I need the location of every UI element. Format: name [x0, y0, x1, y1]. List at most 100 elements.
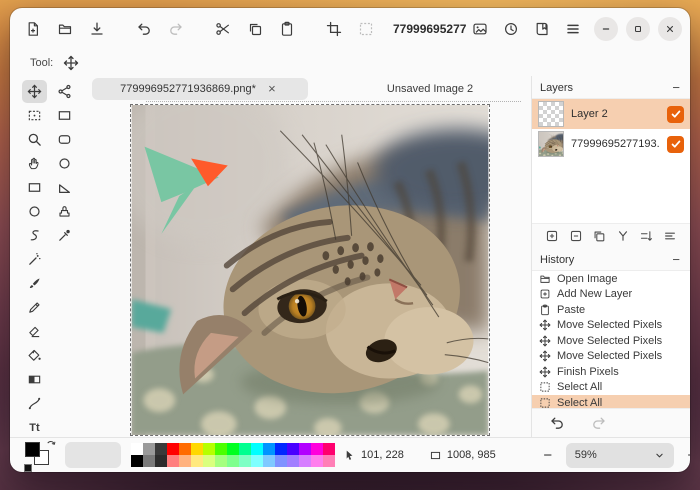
- cut-button[interactable]: [210, 16, 236, 42]
- palette-swatch[interactable]: [179, 443, 191, 455]
- palette-swatch[interactable]: [299, 455, 311, 467]
- duplicate-layer-button[interactable]: [589, 226, 609, 246]
- palette-swatch[interactable]: [275, 443, 287, 455]
- palette-swatch[interactable]: [167, 443, 179, 455]
- palette-swatch[interactable]: [227, 455, 239, 467]
- tool-color-picker[interactable]: [52, 224, 77, 247]
- tool-rectangle[interactable]: [52, 104, 77, 127]
- palette-swatch[interactable]: [299, 443, 311, 455]
- save-button[interactable]: [84, 16, 110, 42]
- layer-row-layer2[interactable]: Layer 2: [532, 99, 690, 129]
- palette-swatch[interactable]: [143, 455, 155, 467]
- primary-color-swatch[interactable]: [25, 442, 40, 457]
- zoom-out-button[interactable]: −: [538, 447, 558, 464]
- history-undo-button[interactable]: [544, 410, 570, 436]
- maximize-button[interactable]: [626, 17, 650, 41]
- add-layer-button[interactable]: [542, 226, 562, 246]
- history-item[interactable]: Open Image: [532, 271, 690, 287]
- paste-button[interactable]: [274, 16, 300, 42]
- tab-active-document[interactable]: 779996952771936869.png* ×: [92, 78, 308, 100]
- palette-swatch[interactable]: [263, 443, 275, 455]
- deselect-button[interactable]: [353, 16, 379, 42]
- layers-collapse-button[interactable]: −: [670, 82, 682, 94]
- merge-layer-down-button[interactable]: [613, 226, 633, 246]
- delete-layer-button[interactable]: [566, 226, 586, 246]
- history-item[interactable]: Select All: [532, 395, 690, 409]
- tool-clone-stamp[interactable]: [52, 200, 77, 223]
- tool-select-lasso[interactable]: [52, 176, 77, 199]
- tool-eraser[interactable]: [22, 320, 47, 343]
- new-image-button[interactable]: [20, 16, 46, 42]
- reset-colors-swatch[interactable]: [24, 464, 32, 472]
- palette-swatch[interactable]: [143, 443, 155, 455]
- palette-swatch[interactable]: [215, 455, 227, 467]
- palette-swatch[interactable]: [191, 455, 203, 467]
- palette-swatch[interactable]: [239, 455, 251, 467]
- palette-swatch[interactable]: [239, 443, 251, 455]
- history-collapse-button[interactable]: −: [670, 254, 682, 266]
- palette-swatch[interactable]: [179, 455, 191, 467]
- zoom-dropdown[interactable]: 59%: [566, 443, 674, 468]
- tool-rounded-rectangle[interactable]: [52, 128, 77, 151]
- tab-close-button[interactable]: ×: [264, 81, 280, 97]
- palette-swatch[interactable]: [287, 455, 299, 467]
- tool-select-rectangle[interactable]: [22, 104, 47, 127]
- copy-button[interactable]: [242, 16, 268, 42]
- close-button[interactable]: [658, 17, 682, 41]
- palette-swatch[interactable]: [131, 443, 143, 455]
- tool-gradient[interactable]: [22, 368, 47, 391]
- palette-swatch[interactable]: [287, 443, 299, 455]
- palette-swatch[interactable]: [311, 455, 323, 467]
- palette-swatch[interactable]: [155, 443, 167, 455]
- image-menu-button[interactable]: [467, 16, 493, 42]
- tool-pencil[interactable]: [22, 296, 47, 319]
- history-item[interactable]: Paste: [532, 302, 690, 318]
- palette-swatch[interactable]: [323, 455, 335, 467]
- palette-swatch[interactable]: [251, 443, 263, 455]
- minimize-button[interactable]: [594, 17, 618, 41]
- tool-pan[interactable]: [22, 152, 47, 175]
- tool-zoom[interactable]: [22, 128, 47, 151]
- history-item[interactable]: Select All: [532, 380, 690, 396]
- swap-colors-icon[interactable]: [45, 439, 56, 450]
- layer-row-image[interactable]: 77999695277193...: [532, 129, 690, 159]
- tool-paint-bucket[interactable]: [22, 344, 47, 367]
- tool-freeform-shape[interactable]: [22, 224, 47, 247]
- tool-text[interactable]: Tt: [22, 416, 47, 439]
- zoom-in-button[interactable]: +: [682, 447, 690, 464]
- crop-to-selection-button[interactable]: [321, 16, 347, 42]
- undo-button[interactable]: [131, 16, 157, 42]
- history-redo-button[interactable]: [586, 410, 612, 436]
- palette-swatch[interactable]: [203, 443, 215, 455]
- tool-paintbrush[interactable]: [22, 272, 47, 295]
- redo-button[interactable]: [163, 16, 189, 42]
- history-item[interactable]: Finish Pixels: [532, 364, 690, 380]
- palette-swatch[interactable]: [263, 455, 275, 467]
- layer-visible-checkbox[interactable]: [667, 136, 684, 153]
- time-history-button[interactable]: [498, 16, 524, 42]
- open-image-button[interactable]: [52, 16, 78, 42]
- palette-swatch[interactable]: [227, 443, 239, 455]
- tool-line-curve[interactable]: [22, 392, 47, 415]
- palette-swatch[interactable]: [203, 455, 215, 467]
- palette-swatch[interactable]: [155, 455, 167, 467]
- palette-swatch[interactable]: [311, 443, 323, 455]
- history-item[interactable]: Move Selected Pixels: [532, 349, 690, 365]
- layer-visible-checkbox[interactable]: [667, 106, 684, 123]
- layer-properties-button[interactable]: [660, 226, 680, 246]
- tab-unsaved-image[interactable]: Unsaved Image 2: [342, 78, 518, 100]
- palette-swatch[interactable]: [167, 455, 179, 467]
- palette-swatch[interactable]: [191, 443, 203, 455]
- main-menu-button[interactable]: [560, 16, 586, 42]
- palette-color-widget[interactable]: [24, 440, 57, 471]
- tool-select-ellipse[interactable]: [52, 152, 77, 175]
- history-item[interactable]: Move Selected Pixels: [532, 333, 690, 349]
- palette-swatch[interactable]: [215, 443, 227, 455]
- palette-swatch[interactable]: [131, 455, 143, 467]
- palette-swatch[interactable]: [323, 443, 335, 455]
- tool-freeform-select[interactable]: [22, 176, 47, 199]
- canvas[interactable]: [130, 104, 490, 436]
- palette-swatch[interactable]: [251, 455, 263, 467]
- tool-magic-wand[interactable]: [22, 248, 47, 271]
- history-item[interactable]: Add New Layer: [532, 287, 690, 303]
